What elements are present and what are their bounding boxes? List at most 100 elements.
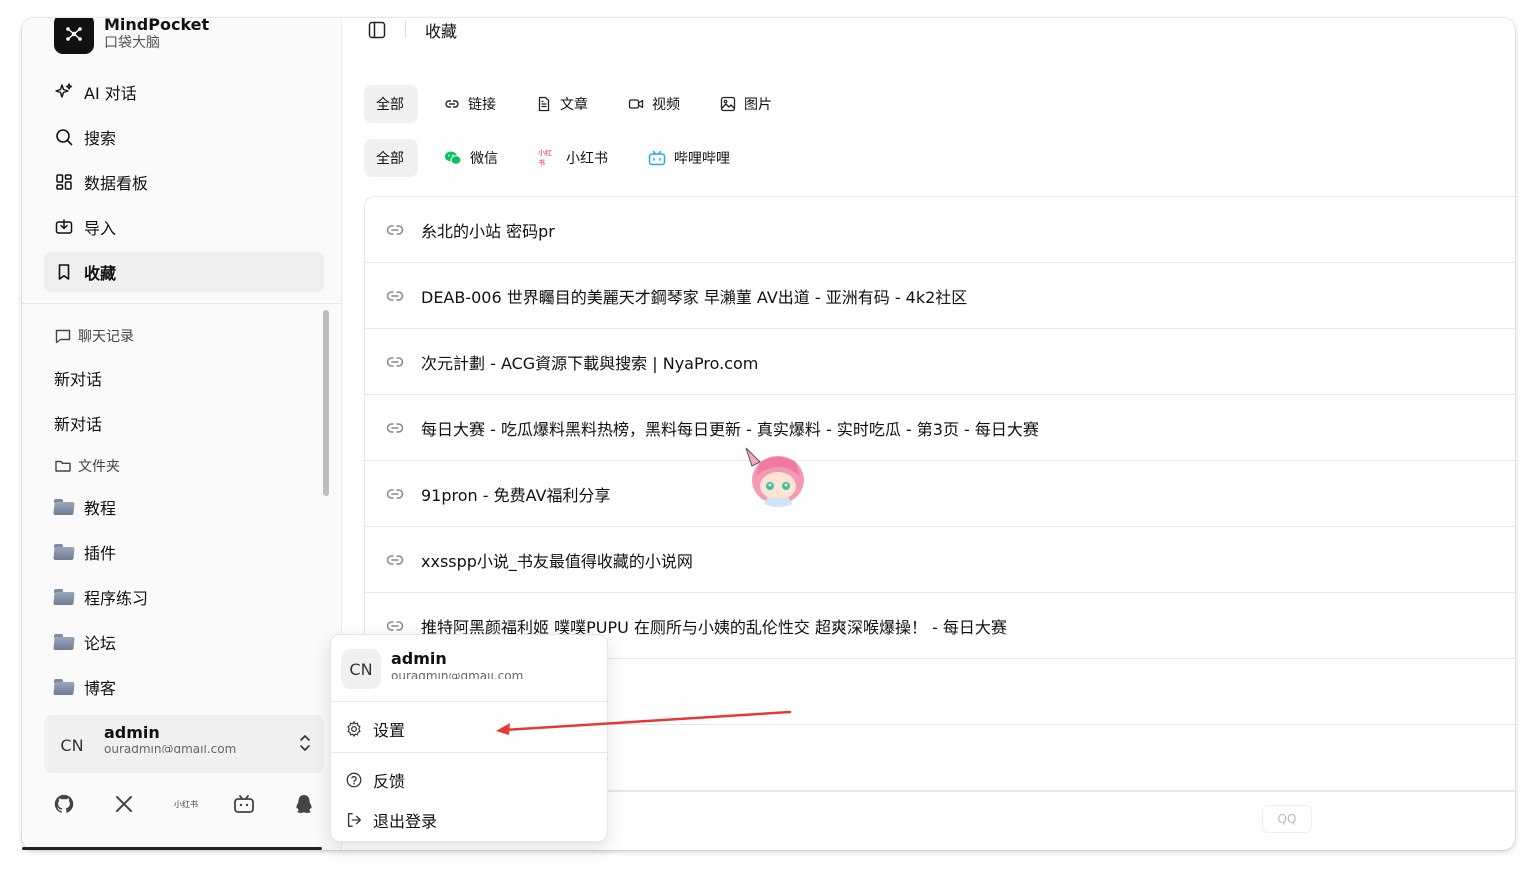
- feedback-label: 反馈: [373, 772, 406, 791]
- search-icon: [56, 129, 73, 146]
- link-icon: [445, 100, 459, 108]
- message-square-icon: [55, 329, 71, 344]
- dashboard-icon: [56, 174, 72, 190]
- type-filter-images[interactable]: 图片: [708, 85, 786, 123]
- chat-item[interactable]: 新对话: [54, 411, 102, 435]
- image-icon: [720, 96, 736, 112]
- user-dropdown-menu: CN admin ouradmin@gmail.com 设置 反馈 退出登录: [330, 634, 609, 842]
- nav-item-bookmarks[interactable]: 收藏: [44, 252, 324, 292]
- folder-icon: [55, 460, 71, 472]
- folder-item-practice[interactable]: 程序练习: [54, 585, 148, 609]
- qq-penguin-icon[interactable]: [292, 792, 316, 816]
- brand[interactable]: MindPocket 口袋大脑: [54, 18, 209, 54]
- bookmark-row[interactable]: 91pron - 免费AV福利分享: [365, 461, 1515, 527]
- sidebar-toggle-button[interactable]: [367, 20, 387, 44]
- folder-item-blogs[interactable]: 博客: [54, 675, 116, 699]
- popup-user-email: ouradmin@gmail.com: [391, 673, 523, 679]
- bookmark-row[interactable]: xxsspp小说_书友最值得收藏的小说网: [365, 527, 1515, 593]
- xiaohongshu-logo-text: 小红书: [174, 799, 198, 809]
- platform-filter-xiaohongshu[interactable]: 小红书 小红书: [526, 139, 622, 177]
- avatar: CN: [341, 649, 381, 689]
- bookmark-title: 91pron - 免费AV福利分享: [421, 485, 611, 505]
- bookmark-row[interactable]: 每日大赛 - 吃瓜爆料黑料热榜，黑料每日更新 - 真实爆料 - 实时吃瓜 - 第…: [365, 395, 1515, 461]
- folder-icon: [54, 679, 74, 695]
- nav-item-search[interactable]: 搜索: [44, 117, 324, 157]
- platform-filter-bilibili[interactable]: 哔哩哔哩: [636, 139, 744, 177]
- avatar: CN: [60, 735, 84, 755]
- nav-label: 数据看板: [84, 174, 149, 193]
- file-text-icon: [538, 96, 550, 112]
- nav-item-dashboard[interactable]: 数据看板: [44, 162, 324, 202]
- topbar-separator: [405, 20, 406, 38]
- bookmark-row[interactable]: 糸北的小站 密码pr: [365, 197, 1515, 263]
- x-twitter-icon[interactable]: [112, 792, 136, 816]
- user-name: admin: [104, 723, 160, 742]
- settings-label: 设置: [373, 721, 406, 740]
- brand-subtitle: 口袋大脑: [104, 35, 160, 51]
- settings-menu-item[interactable]: 设置: [345, 717, 405, 741]
- platform-filter-wechat[interactable]: 微信: [432, 139, 512, 177]
- bookmark-title: 糸北的小站 密码pr: [421, 221, 555, 241]
- gear-icon: [347, 721, 361, 737]
- chip-label: 图片: [744, 97, 772, 113]
- type-filter-tabs: 全部 链接 文章 视频 图片: [364, 85, 786, 123]
- chip-label: 小红书: [566, 151, 608, 167]
- sidebar-divider: [22, 303, 342, 304]
- folder-icon: [54, 634, 74, 650]
- feedback-menu-item[interactable]: 反馈: [345, 768, 405, 792]
- folder-item-tutorials[interactable]: 教程: [54, 495, 116, 519]
- type-filter-links[interactable]: 链接: [432, 85, 510, 123]
- type-filter-videos[interactable]: 视频: [616, 85, 694, 123]
- bookmark-row[interactable]: 次元計劃 - ACG資源下載與搜索 | NyaPro.com: [365, 329, 1515, 395]
- folders-label: 文件夹: [78, 459, 120, 475]
- xiaohongshu-icon[interactable]: 小红书: [172, 792, 200, 816]
- bilibili-icon: [648, 150, 666, 166]
- github-icon[interactable]: [52, 792, 76, 816]
- bookmark-title: DEAB-006 世界矚目的美麗天才鋼琴家 早瀨菫 AV出道 - 亚洲有码 - …: [421, 287, 968, 307]
- brand-name: MindPocket: [104, 18, 210, 34]
- window-shadow-edge: [22, 847, 322, 850]
- wechat-icon: [445, 151, 462, 165]
- import-icon: [55, 219, 73, 234]
- chat-history-header: 聊天记录: [54, 326, 134, 346]
- folder-label: 程序练习: [84, 589, 149, 608]
- page-title: 收藏: [425, 22, 458, 41]
- anime-mascot-icon: [745, 447, 804, 507]
- type-filter-all[interactable]: 全部: [364, 85, 418, 123]
- sidebar: MindPocket 口袋大脑 AI 对话 搜索 数据看板 导入 收藏 聊天记录…: [22, 18, 342, 850]
- popup-user-name: admin: [391, 649, 447, 668]
- bookmark-row[interactable]: DEAB-006 世界矚目的美麗天才鋼琴家 早瀨菫 AV出道 - 亚洲有码 - …: [365, 263, 1515, 329]
- link-icon: [386, 290, 404, 301]
- link-icon: [386, 488, 404, 499]
- menu-separator: [331, 701, 609, 702]
- bilibili-icon[interactable]: [232, 792, 256, 816]
- logout-label: 退出登录: [373, 812, 438, 831]
- main-nav: AI 对话 搜索 数据看板 导入 收藏: [44, 72, 324, 297]
- chip-label: 视频: [652, 97, 680, 113]
- folder-item-forums[interactable]: 论坛: [54, 630, 116, 654]
- chip-label: 微信: [470, 151, 498, 167]
- folder-icon: [54, 589, 74, 605]
- type-filter-articles[interactable]: 文章: [524, 85, 602, 123]
- sidebar-scrollbar[interactable]: [323, 310, 329, 496]
- platform-filter-all[interactable]: 全部: [364, 139, 418, 177]
- chip-label: 全部: [376, 151, 404, 167]
- user-menu-trigger[interactable]: CN admin ouradmin@gmail.com: [44, 715, 324, 773]
- folder-label: 教程: [84, 499, 117, 518]
- bookmark-title: xxsspp小说_书友最值得收藏的小说网: [421, 551, 693, 571]
- chat-item-label: 新对话: [54, 415, 103, 434]
- xiaohongshu-icon: 小红书: [538, 149, 552, 167]
- link-icon: [386, 554, 404, 565]
- nav-label: 收藏: [84, 264, 117, 283]
- logout-menu-item[interactable]: 退出登录: [345, 808, 437, 832]
- nav-item-ai-chat[interactable]: AI 对话: [44, 72, 324, 112]
- chat-history-label: 聊天记录: [78, 329, 134, 345]
- link-icon: [386, 224, 404, 235]
- chat-item[interactable]: 新对话: [54, 366, 102, 390]
- nav-item-import[interactable]: 导入: [44, 207, 324, 247]
- link-icon: [386, 620, 404, 631]
- folder-item-plugins[interactable]: 插件: [54, 540, 116, 564]
- platform-filter-tabs: 全部 微信 小红书 小红书 哔哩哔哩: [364, 139, 744, 177]
- chevrons-up-down-icon: [298, 733, 312, 757]
- menu-separator: [331, 752, 609, 753]
